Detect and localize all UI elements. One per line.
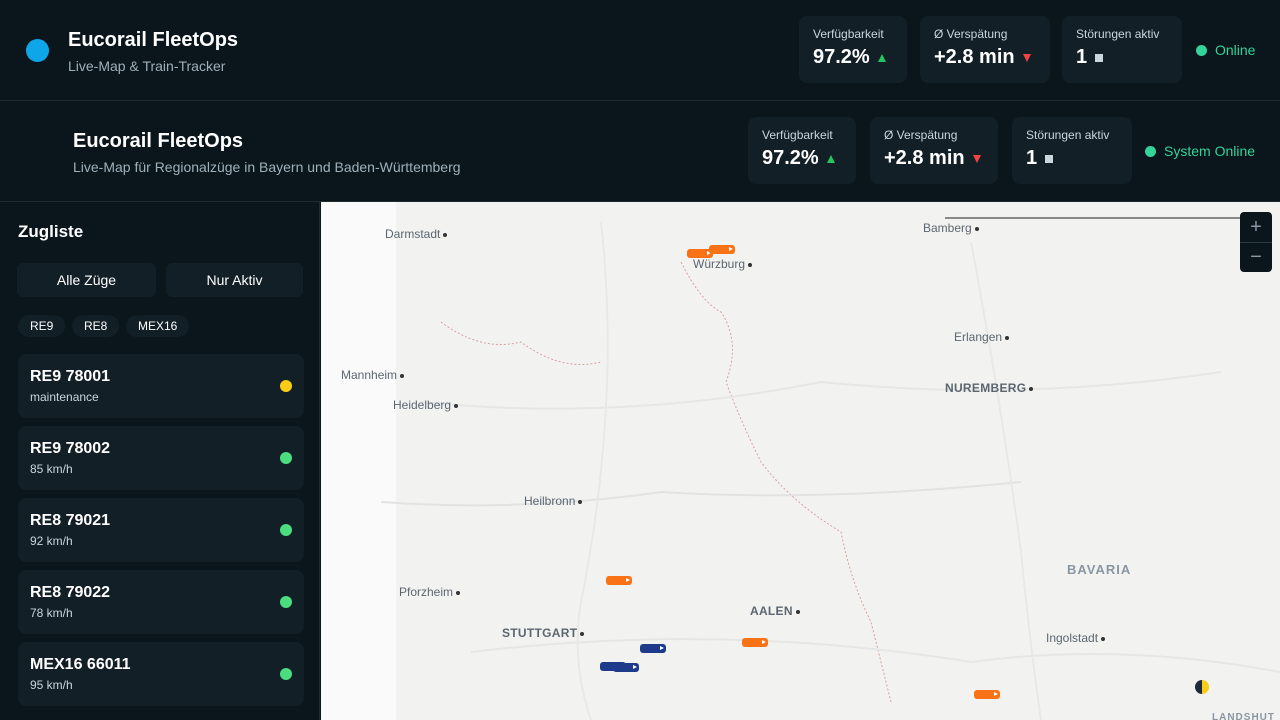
trend-down-icon xyxy=(972,154,981,163)
filter-active-button[interactable]: Nur Aktiv xyxy=(166,263,303,297)
city-label: Erlangen xyxy=(954,330,1009,344)
train-name: RE9 78001 xyxy=(30,368,111,385)
neutral-icon xyxy=(1045,154,1054,163)
train-list-item[interactable]: RE8 79022 78 km/h xyxy=(18,570,304,634)
line-chip-re8[interactable]: RE8 xyxy=(72,315,120,337)
status-dot-icon xyxy=(1196,44,1207,56)
train-marker[interactable] xyxy=(613,663,639,672)
city-label: NUREMBERG xyxy=(945,381,1033,395)
filter-all-trains-button[interactable]: Alle Züge xyxy=(17,263,156,297)
app-subtitle: Live-Map & Train-Tracker xyxy=(68,58,226,74)
status-text: System Online xyxy=(1164,143,1256,159)
status-indicator: Online xyxy=(1196,42,1255,58)
train-list-item[interactable]: MEX16 66011 95 km/h xyxy=(18,642,304,706)
train-info: 85 km/h xyxy=(30,462,73,476)
region-label: BAVARIA xyxy=(1067,562,1132,577)
kpi-value: 97.2% xyxy=(813,46,870,68)
zoom-control: + − xyxy=(1240,212,1272,272)
train-info: 92 km/h xyxy=(30,534,73,548)
train-name: RE8 79021 xyxy=(30,512,111,529)
train-list-sidebar: Zugliste Alle Züge Nur Aktiv RE9 RE8 MEX… xyxy=(0,202,320,720)
kpi-value: +2.8 min xyxy=(884,147,965,169)
status-dot-icon xyxy=(280,596,292,608)
city-label: Heilbronn xyxy=(524,494,582,508)
app-title: Eucorail FleetOps xyxy=(68,29,239,51)
city-label: Würzburg xyxy=(693,257,752,271)
kpi-availability: Verfügbarkeit 97.2% xyxy=(799,16,907,83)
city-label: AALEN xyxy=(750,604,800,618)
scale-line xyxy=(945,217,1245,219)
status-dot-icon xyxy=(280,380,292,392)
status-indicator: System Online xyxy=(1145,143,1255,159)
region-label: LANDSHUT xyxy=(1212,712,1275,720)
city-label: Ingolstadt xyxy=(1046,631,1105,645)
status-dot-icon xyxy=(280,668,292,680)
app-title: Eucorail FleetOps xyxy=(73,130,244,152)
sidebar-title: Zugliste xyxy=(18,222,84,241)
brand: Eucorail FleetOps Live-Map für Regionalz… xyxy=(73,130,461,175)
train-list-item[interactable]: RE8 79021 92 km/h xyxy=(18,498,304,562)
brand: Eucorail FleetOps Live-Map & Train-Track… xyxy=(68,29,238,74)
train-list-item[interactable]: RE9 78001 maintenance xyxy=(18,354,304,418)
live-map[interactable]: Darmstadt Würzburg Bamberg Erlangen NURE… xyxy=(321,202,1280,720)
train-name: RE8 79022 xyxy=(30,584,111,601)
logo-icon xyxy=(26,39,49,62)
kpi-label: Störungen aktiv xyxy=(1026,128,1110,142)
train-list-item[interactable]: RE9 78002 85 km/h xyxy=(18,426,304,490)
kpi-label: Verfügbarkeit xyxy=(762,128,833,142)
city-label: Heidelberg xyxy=(393,398,458,412)
kpi-value: +2.8 min xyxy=(934,46,1015,68)
kpi-label: Verfügbarkeit xyxy=(813,27,884,41)
line-chip-re9[interactable]: RE9 xyxy=(18,315,66,337)
kpi-incidents: Störungen aktiv 1 xyxy=(1012,117,1132,184)
kpi-availability: Verfügbarkeit 97.2% xyxy=(748,117,856,184)
theme-toggle-icon[interactable] xyxy=(1195,680,1209,694)
status-dot-icon xyxy=(1145,145,1156,157)
kpi-value: 97.2% xyxy=(762,147,819,169)
trend-up-icon xyxy=(826,154,835,163)
train-marker[interactable] xyxy=(640,644,666,653)
city-label: Bamberg xyxy=(923,221,979,235)
status-dot-icon xyxy=(280,452,292,464)
app-subtitle: Live-Map für Regionalzüge in Bayern und … xyxy=(73,159,461,175)
kpi-incidents: Störungen aktiv 1 xyxy=(1062,16,1182,83)
kpi-delay: Ø Verspätung +2.8 min xyxy=(870,117,998,184)
city-label: Darmstadt xyxy=(385,227,447,241)
city-label: STUTTGART xyxy=(502,626,584,640)
main-header: E Eucorail FleetOps Live-Map für Regiona… xyxy=(0,101,1280,268)
city-label: Pforzheim xyxy=(399,585,460,599)
kpi-label: Ø Verspätung xyxy=(884,128,958,142)
train-info: 78 km/h xyxy=(30,606,73,620)
status-dot-icon xyxy=(280,524,292,536)
kpi-label: Ø Verspätung xyxy=(934,27,1008,41)
train-marker[interactable] xyxy=(974,690,1000,699)
train-marker[interactable] xyxy=(742,638,768,647)
train-info: maintenance xyxy=(30,390,99,404)
map-basemap xyxy=(321,202,1280,720)
status-text: Online xyxy=(1215,42,1256,58)
trend-down-icon xyxy=(1022,53,1031,62)
top-header: Eucorail FleetOps Live-Map & Train-Track… xyxy=(0,0,1280,101)
city-label: Mannheim xyxy=(341,368,404,382)
kpi-value: 1 xyxy=(1026,147,1038,169)
train-name: RE9 78002 xyxy=(30,440,111,457)
kpi-value: 1 xyxy=(1076,46,1088,68)
zoom-out-button[interactable]: − xyxy=(1240,242,1272,272)
zoom-in-button[interactable]: + xyxy=(1240,212,1272,242)
trend-up-icon xyxy=(877,53,886,62)
neutral-icon xyxy=(1095,53,1104,62)
train-name: MEX16 66011 xyxy=(30,656,131,673)
kpi-delay: Ø Verspätung +2.8 min xyxy=(920,16,1050,83)
train-info: 95 km/h xyxy=(30,678,73,692)
train-marker[interactable] xyxy=(606,576,632,585)
train-marker[interactable] xyxy=(709,245,735,254)
kpi-label: Störungen aktiv xyxy=(1076,27,1160,41)
line-chip-mex16[interactable]: MEX16 xyxy=(126,315,190,337)
